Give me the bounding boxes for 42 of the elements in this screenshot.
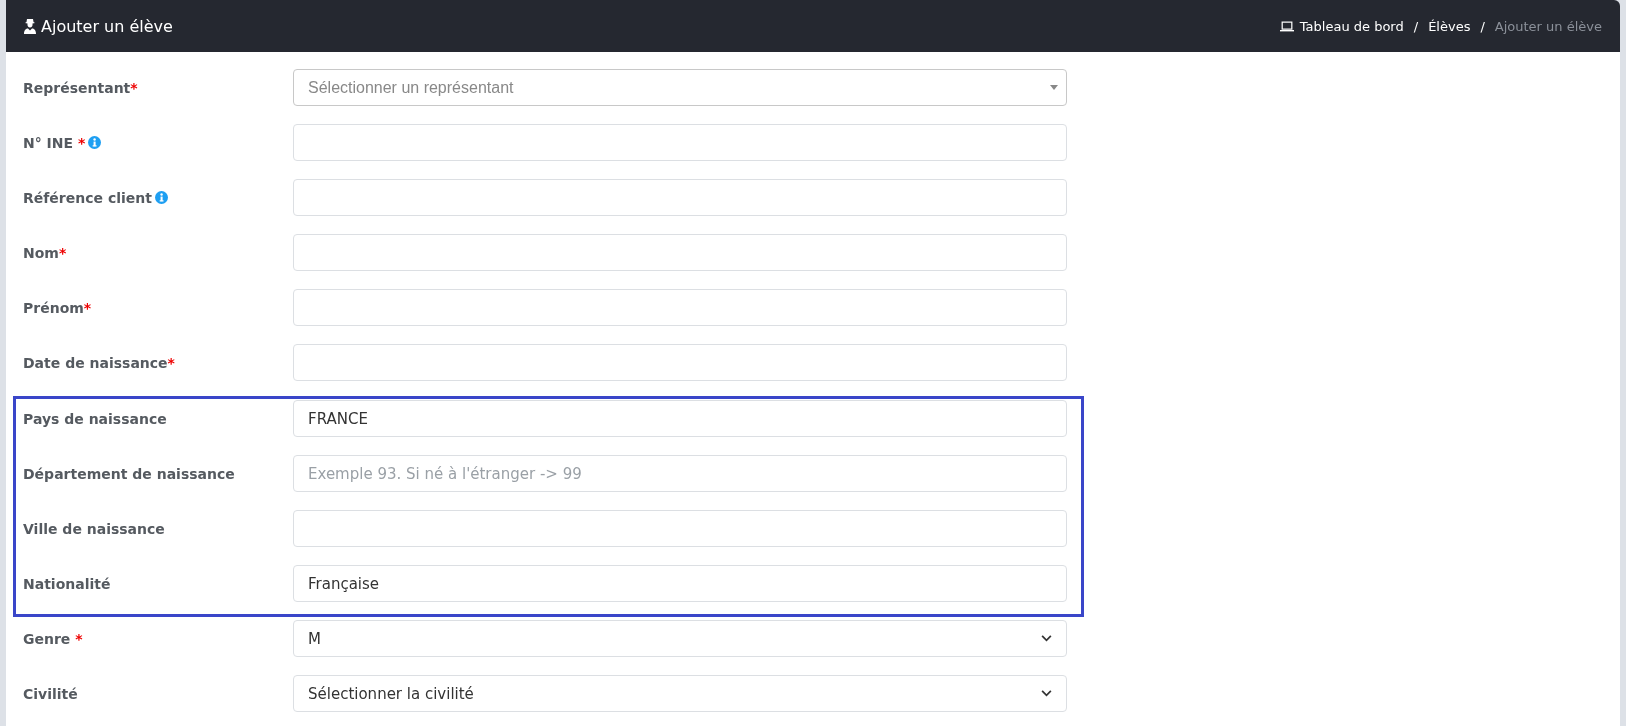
input-field[interactable] [293,510,1067,547]
input-field[interactable] [293,179,1067,216]
chevron-down-icon [1041,690,1052,697]
info-icon[interactable] [154,191,168,204]
dropdown-arrow-icon [1050,85,1058,90]
field-label: Ville de naissance [23,520,165,537]
required-mark: * [76,134,86,151]
input-field[interactable]: Exemple 93. Si né à l'étranger -> 99 [293,455,1067,492]
input-field[interactable]: FRANCE [293,400,1067,437]
dropdown-select[interactable]: Sélectionner la civilité [293,675,1067,712]
field-label: Prénom [23,299,84,316]
field-label: Date de naissance [23,354,168,371]
representative-select[interactable]: Sélectionner un représentant [293,69,1067,106]
chevron-down-icon [1041,635,1052,642]
input-field[interactable] [293,234,1067,271]
input-field[interactable]: Française [293,565,1067,602]
dropdown-select[interactable]: M [293,620,1067,657]
field-label: Représentant [23,79,131,96]
breadcrumb-link[interactable]: Élèves [1428,18,1471,34]
field-label: Pays de naissance [23,410,167,427]
field-label: Genre [23,630,71,647]
breadcrumb-link[interactable]: Tableau de bord [1299,18,1404,34]
laptop-icon [1279,20,1294,32]
field-label: Référence client [23,189,152,206]
field-label: Département de naissance [23,465,235,482]
field-label: N° INE [23,134,74,151]
page-title: Ajouter un élève [41,16,173,36]
field-label: Civilité [23,685,78,702]
required-mark: * [83,299,92,316]
field-label: Nationalité [23,575,111,592]
input-field[interactable] [293,289,1067,326]
required-mark: * [74,630,83,647]
field-label: Nom [23,244,59,261]
required-mark: * [130,79,138,96]
input-field[interactable] [293,344,1067,381]
user-icon [23,18,37,34]
required-mark: * [167,354,175,371]
info-icon[interactable] [88,136,102,149]
required-mark: * [58,244,67,261]
breadcrumb-separator: / [1413,18,1419,34]
breadcrumb-separator: / [1480,18,1485,34]
input-field[interactable] [293,124,1067,161]
